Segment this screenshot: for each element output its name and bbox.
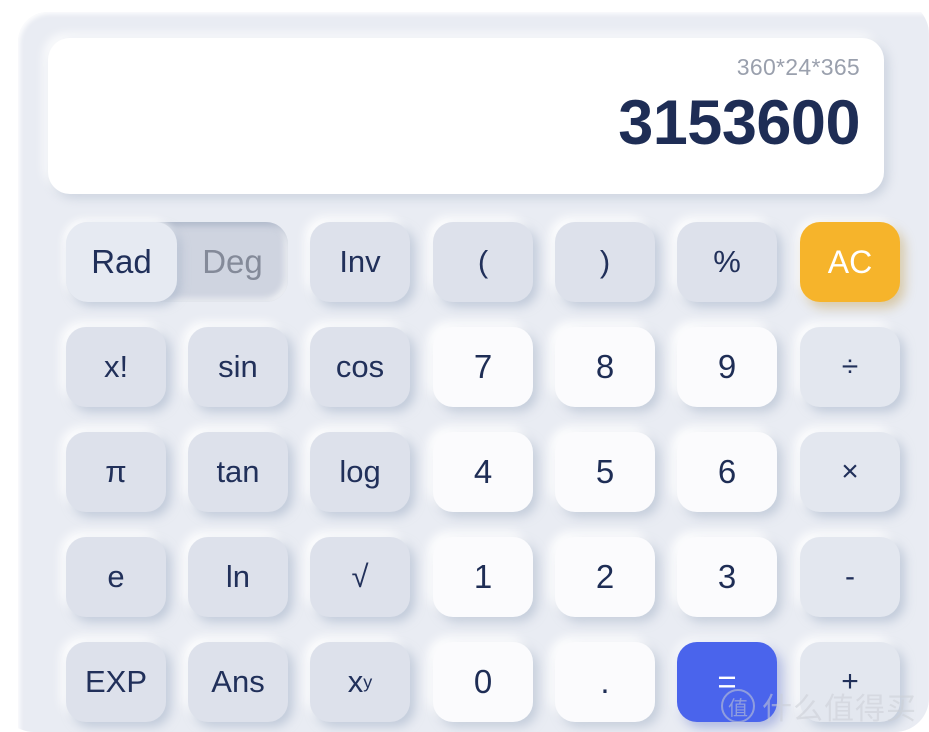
keypad-row-2: π tan log 4 5 6 × xyxy=(48,432,918,512)
key-all-clear[interactable]: AC xyxy=(800,222,900,302)
key-digit-0[interactable]: 0 xyxy=(433,642,533,722)
key-log[interactable]: log xyxy=(310,432,410,512)
key-power-base: x xyxy=(347,664,364,699)
key-ln[interactable]: ln xyxy=(188,537,288,617)
key-plus[interactable]: + xyxy=(800,642,900,722)
key-inv[interactable]: Inv xyxy=(310,222,410,302)
key-cos[interactable]: cos xyxy=(310,327,410,407)
calculator-app: 360*24*365 3153600 Rad Deg Inv ( ) % AC xyxy=(0,0,929,732)
key-power[interactable]: xy xyxy=(310,642,410,722)
display-result: 3153600 xyxy=(618,88,860,158)
key-digit-3[interactable]: 3 xyxy=(677,537,777,617)
key-digit-8[interactable]: 8 xyxy=(555,327,655,407)
key-digit-4[interactable]: 4 xyxy=(433,432,533,512)
key-pi[interactable]: π xyxy=(66,432,166,512)
display-expression: 360*24*365 xyxy=(736,54,860,80)
calculator-display[interactable]: 360*24*365 3153600 xyxy=(48,38,884,194)
calculator-body: 360*24*365 3153600 Rad Deg Inv ( ) % AC xyxy=(18,12,929,732)
key-tan[interactable]: tan xyxy=(188,432,288,512)
key-divide[interactable]: ÷ xyxy=(800,327,900,407)
key-factorial[interactable]: x! xyxy=(66,327,166,407)
key-square-root[interactable]: √ xyxy=(310,537,410,617)
key-digit-1[interactable]: 1 xyxy=(433,537,533,617)
key-digit-7[interactable]: 7 xyxy=(433,327,533,407)
key-answer[interactable]: Ans xyxy=(188,642,288,722)
keypad: Rad Deg Inv ( ) % AC x! sin cos 7 8 9 ÷ … xyxy=(48,210,918,732)
key-euler[interactable]: e xyxy=(66,537,166,617)
angle-mode-deg[interactable]: Deg xyxy=(177,222,288,302)
key-multiply[interactable]: × xyxy=(800,432,900,512)
angle-mode-rad[interactable]: Rad xyxy=(66,222,177,302)
key-digit-6[interactable]: 6 xyxy=(677,432,777,512)
angle-mode-toggle[interactable]: Rad Deg xyxy=(66,222,288,302)
keypad-row-3: e ln √ 1 2 3 - xyxy=(48,537,918,617)
key-minus[interactable]: - xyxy=(800,537,900,617)
key-close-paren[interactable]: ) xyxy=(555,222,655,302)
key-digit-5[interactable]: 5 xyxy=(555,432,655,512)
keypad-row-4: EXP Ans xy 0 . = + xyxy=(48,642,918,722)
key-percent[interactable]: % xyxy=(677,222,777,302)
key-decimal-point[interactable]: . xyxy=(555,642,655,722)
key-digit-9[interactable]: 9 xyxy=(677,327,777,407)
key-open-paren[interactable]: ( xyxy=(433,222,533,302)
key-digit-2[interactable]: 2 xyxy=(555,537,655,617)
key-sin[interactable]: sin xyxy=(188,327,288,407)
keypad-row-0: Rad Deg Inv ( ) % AC xyxy=(48,222,918,302)
outer-card: 360*24*365 3153600 Rad Deg Inv ( ) % AC xyxy=(0,0,929,732)
keypad-row-1: x! sin cos 7 8 9 ÷ xyxy=(48,327,918,407)
key-equals[interactable]: = xyxy=(677,642,777,722)
key-exponent[interactable]: EXP xyxy=(66,642,166,722)
